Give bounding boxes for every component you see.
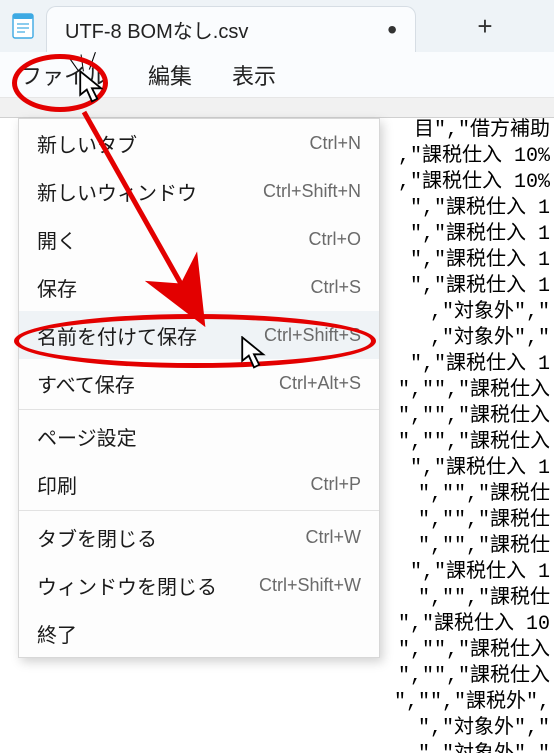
menu-edit[interactable]: 編集 <box>142 55 198 95</box>
menu-item-new-window[interactable]: 新しいウィンドウ Ctrl+Shift+N <box>19 167 379 215</box>
cursor-icon <box>240 336 268 375</box>
menu-item-shortcut: Ctrl+Alt+S <box>279 373 361 394</box>
menu-separator <box>19 409 379 410</box>
menu-item-close-window[interactable]: ウィンドウを閉じる Ctrl+Shift+W <box>19 561 379 609</box>
menu-item-save[interactable]: 保存 Ctrl+S <box>19 263 379 311</box>
menu-item-exit[interactable]: 終了 <box>19 609 379 657</box>
file-menu-dropdown: 新しいタブ Ctrl+N 新しいウィンドウ Ctrl+Shift+N 開く Ct… <box>18 118 380 658</box>
active-tab[interactable]: UTF-8 BOMなし.csv • <box>46 6 416 52</box>
menu-item-new-tab[interactable]: 新しいタブ Ctrl+N <box>19 119 379 167</box>
menu-item-shortcut: Ctrl+S <box>310 277 361 298</box>
menu-item-label: すべて保存 <box>37 369 135 398</box>
menu-item-label: ウィンドウを閉じる <box>37 571 217 600</box>
menu-item-shortcut: Ctrl+Shift+N <box>263 181 361 202</box>
cursor-icon <box>78 70 106 109</box>
new-tab-button[interactable]: + <box>416 0 554 52</box>
menu-item-shortcut: Ctrl+Shift+S <box>264 325 361 346</box>
menu-item-shortcut: Ctrl+P <box>310 474 361 495</box>
menu-item-save-as[interactable]: 名前を付けて保存 Ctrl+Shift+S <box>19 311 379 359</box>
menu-item-print[interactable]: 印刷 Ctrl+P <box>19 460 379 508</box>
menu-item-label: 名前を付けて保存 <box>37 321 197 350</box>
menu-item-label: ページ設定 <box>37 422 137 451</box>
menu-item-shortcut: Ctrl+N <box>309 133 361 154</box>
menu-item-label: 終了 <box>37 619 77 648</box>
menu-item-open[interactable]: 開く Ctrl+O <box>19 215 379 263</box>
menu-item-label: 印刷 <box>37 470 77 499</box>
menu-item-shortcut: Ctrl+Shift+W <box>259 575 361 596</box>
tab-title: UTF-8 BOMなし.csv <box>65 15 248 44</box>
menu-item-shortcut: Ctrl+W <box>306 527 362 548</box>
menu-item-shortcut: Ctrl+O <box>308 229 361 250</box>
menu-item-page-setup[interactable]: ページ設定 <box>19 412 379 460</box>
menu-item-label: 保存 <box>37 273 77 302</box>
menu-item-label: タブを閉じる <box>37 523 157 552</box>
menu-item-save-all[interactable]: すべて保存 Ctrl+Alt+S <box>19 359 379 407</box>
notepad-icon <box>0 0 46 52</box>
click-spark-icon: ╲│╱ <box>69 56 98 68</box>
menu-separator <box>19 510 379 511</box>
menu-item-label: 開く <box>37 225 77 254</box>
title-bar: UTF-8 BOMなし.csv • + <box>0 0 554 52</box>
tab-modified-indicator: • <box>387 16 397 44</box>
menu-item-label: 新しいタブ <box>37 129 137 158</box>
menu-item-label: 新しいウィンドウ <box>37 177 197 206</box>
menu-item-close-tab[interactable]: タブを閉じる Ctrl+W <box>19 513 379 561</box>
menu-view[interactable]: 表示 <box>226 55 282 95</box>
